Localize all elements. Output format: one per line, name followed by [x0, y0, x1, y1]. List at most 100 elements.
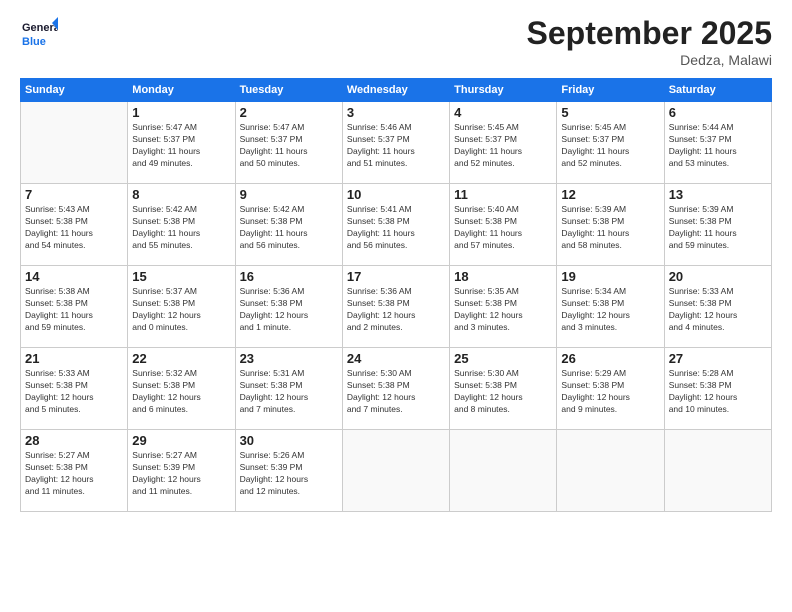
cell-content-20: Sunrise: 5:33 AM Sunset: 5:38 PM Dayligh…	[669, 286, 767, 334]
day-number-28: 28	[25, 433, 123, 448]
col-friday: Friday	[557, 79, 664, 102]
cell-5-5	[450, 430, 557, 512]
cell-1-7: 6 Sunrise: 5:44 AM Sunset: 5:37 PM Daylig…	[664, 102, 771, 184]
cell-content-12: Sunrise: 5:39 AM Sunset: 5:38 PM Dayligh…	[561, 204, 659, 252]
cell-1-2: 1 Sunrise: 5:47 AM Sunset: 5:37 PM Daylig…	[128, 102, 235, 184]
col-thursday: Thursday	[450, 79, 557, 102]
cell-3-5: 18Sunrise: 5:35 AM Sunset: 5:38 PM Dayli…	[450, 266, 557, 348]
cell-1-3: 2 Sunrise: 5:47 AM Sunset: 5:37 PM Daylig…	[235, 102, 342, 184]
page: General Blue September 2025 Dedza, Malaw…	[0, 0, 792, 612]
cell-content-8: Sunrise: 5:42 AM Sunset: 5:38 PM Dayligh…	[132, 204, 230, 252]
cell-content-18: Sunrise: 5:35 AM Sunset: 5:38 PM Dayligh…	[454, 286, 552, 334]
cell-content-22: Sunrise: 5:32 AM Sunset: 5:38 PM Dayligh…	[132, 368, 230, 416]
header: General Blue September 2025 Dedza, Malaw…	[20, 15, 772, 68]
day-number-2: 2	[240, 105, 338, 120]
cell-content-3: Sunrise: 5:46 AM Sunset: 5:37 PM Dayligh…	[347, 122, 445, 170]
day-number-7: 7	[25, 187, 123, 202]
cell-1-4: 3 Sunrise: 5:46 AM Sunset: 5:37 PM Daylig…	[342, 102, 449, 184]
cell-1-6: 5 Sunrise: 5:45 AM Sunset: 5:37 PM Daylig…	[557, 102, 664, 184]
cell-content-17: Sunrise: 5:36 AM Sunset: 5:38 PM Dayligh…	[347, 286, 445, 334]
day-number-21: 21	[25, 351, 123, 366]
week-row-3: 14Sunrise: 5:38 AM Sunset: 5:38 PM Dayli…	[21, 266, 772, 348]
col-tuesday: Tuesday	[235, 79, 342, 102]
cell-content-27: Sunrise: 5:28 AM Sunset: 5:38 PM Dayligh…	[669, 368, 767, 416]
cell-content-30: Sunrise: 5:26 AM Sunset: 5:39 PM Dayligh…	[240, 450, 338, 498]
cell-content-5: Sunrise: 5:45 AM Sunset: 5:37 PM Dayligh…	[561, 122, 659, 170]
cell-1-5: 4Sunrise: 5:45 AM Sunset: 5:37 PM Daylig…	[450, 102, 557, 184]
cell-content-26: Sunrise: 5:29 AM Sunset: 5:38 PM Dayligh…	[561, 368, 659, 416]
cell-content-21: Sunrise: 5:33 AM Sunset: 5:38 PM Dayligh…	[25, 368, 123, 416]
cell-content-7: Sunrise: 5:43 AM Sunset: 5:38 PM Dayligh…	[25, 204, 123, 252]
cell-content-15: Sunrise: 5:37 AM Sunset: 5:38 PM Dayligh…	[132, 286, 230, 334]
location-subtitle: Dedza, Malawi	[527, 52, 772, 68]
cell-5-1: 28 Sunrise: 5:27 AM Sunset: 5:38 PM Dayli…	[21, 430, 128, 512]
day-number-15: 15	[132, 269, 230, 284]
cell-2-4: 10Sunrise: 5:41 AM Sunset: 5:38 PM Dayli…	[342, 184, 449, 266]
day-number-8: 8	[132, 187, 230, 202]
cell-2-7: 13 Sunrise: 5:39 AM Sunset: 5:38 PM Dayli…	[664, 184, 771, 266]
cell-2-2: 8 Sunrise: 5:42 AM Sunset: 5:38 PM Daylig…	[128, 184, 235, 266]
cell-5-7	[664, 430, 771, 512]
cell-content-23: Sunrise: 5:31 AM Sunset: 5:38 PM Dayligh…	[240, 368, 338, 416]
cell-4-4: 24Sunrise: 5:30 AM Sunset: 5:38 PM Dayli…	[342, 348, 449, 430]
cell-5-4	[342, 430, 449, 512]
day-number-13: 13	[669, 187, 767, 202]
cell-content-6: Sunrise: 5:44 AM Sunset: 5:37 PM Dayligh…	[669, 122, 767, 170]
cell-3-2: 15 Sunrise: 5:37 AM Sunset: 5:38 PM Dayli…	[128, 266, 235, 348]
title-block: September 2025 Dedza, Malawi	[527, 15, 772, 68]
cell-content-29: Sunrise: 5:27 AM Sunset: 5:39 PM Dayligh…	[132, 450, 230, 498]
day-number-9: 9	[240, 187, 338, 202]
cell-content-9: Sunrise: 5:42 AM Sunset: 5:38 PM Dayligh…	[240, 204, 338, 252]
cell-2-6: 12 Sunrise: 5:39 AM Sunset: 5:38 PM Dayli…	[557, 184, 664, 266]
logo: General Blue	[20, 15, 58, 53]
cell-4-2: 22 Sunrise: 5:32 AM Sunset: 5:38 PM Dayli…	[128, 348, 235, 430]
calendar-header-row: Sunday Monday Tuesday Wednesday Thursday…	[21, 79, 772, 102]
week-row-1: 1 Sunrise: 5:47 AM Sunset: 5:37 PM Daylig…	[21, 102, 772, 184]
day-number-30: 30	[240, 433, 338, 448]
cell-3-7: 20 Sunrise: 5:33 AM Sunset: 5:38 PM Dayli…	[664, 266, 771, 348]
cell-3-3: 16 Sunrise: 5:36 AM Sunset: 5:38 PM Dayli…	[235, 266, 342, 348]
day-number-29: 29	[132, 433, 230, 448]
cell-content-25: Sunrise: 5:30 AM Sunset: 5:38 PM Dayligh…	[454, 368, 552, 416]
cell-content-13: Sunrise: 5:39 AM Sunset: 5:38 PM Dayligh…	[669, 204, 767, 252]
day-number-27: 27	[669, 351, 767, 366]
day-number-6: 6	[669, 105, 767, 120]
cell-3-6: 19Sunrise: 5:34 AM Sunset: 5:38 PM Dayli…	[557, 266, 664, 348]
cell-content-2: Sunrise: 5:47 AM Sunset: 5:37 PM Dayligh…	[240, 122, 338, 170]
calendar-table: Sunday Monday Tuesday Wednesday Thursday…	[20, 78, 772, 512]
day-number-22: 22	[132, 351, 230, 366]
week-row-5: 28 Sunrise: 5:27 AM Sunset: 5:38 PM Dayli…	[21, 430, 772, 512]
cell-4-7: 27 Sunrise: 5:28 AM Sunset: 5:38 PM Dayli…	[664, 348, 771, 430]
cell-4-3: 23 Sunrise: 5:31 AM Sunset: 5:38 PM Dayli…	[235, 348, 342, 430]
cell-content-16: Sunrise: 5:36 AM Sunset: 5:38 PM Dayligh…	[240, 286, 338, 334]
day-number-1: 1	[132, 105, 230, 120]
cell-2-1: 7 Sunrise: 5:43 AM Sunset: 5:38 PM Daylig…	[21, 184, 128, 266]
month-title: September 2025	[527, 15, 772, 52]
cell-content-28: Sunrise: 5:27 AM Sunset: 5:38 PM Dayligh…	[25, 450, 123, 498]
cell-content-14: Sunrise: 5:38 AM Sunset: 5:38 PM Dayligh…	[25, 286, 123, 334]
day-number-20: 20	[669, 269, 767, 284]
col-wednesday: Wednesday	[342, 79, 449, 102]
cell-4-1: 21 Sunrise: 5:33 AM Sunset: 5:38 PM Dayli…	[21, 348, 128, 430]
cell-content-19: Sunrise: 5:34 AM Sunset: 5:38 PM Dayligh…	[561, 286, 659, 334]
day-number-23: 23	[240, 351, 338, 366]
week-row-2: 7 Sunrise: 5:43 AM Sunset: 5:38 PM Daylig…	[21, 184, 772, 266]
cell-content-1: Sunrise: 5:47 AM Sunset: 5:37 PM Dayligh…	[132, 122, 230, 170]
day-number-12: 12	[561, 187, 659, 202]
cell-content-11: Sunrise: 5:40 AM Sunset: 5:38 PM Dayligh…	[454, 204, 552, 252]
svg-text:General: General	[22, 22, 58, 34]
day-number-5: 5	[561, 105, 659, 120]
week-row-4: 21 Sunrise: 5:33 AM Sunset: 5:38 PM Dayli…	[21, 348, 772, 430]
col-sunday: Sunday	[21, 79, 128, 102]
cell-1-1	[21, 102, 128, 184]
day-number-24: 24	[347, 351, 445, 366]
logo-svg: General Blue	[20, 15, 58, 53]
day-number-26: 26	[561, 351, 659, 366]
day-number-3: 3	[347, 105, 445, 120]
col-saturday: Saturday	[664, 79, 771, 102]
cell-4-5: 25Sunrise: 5:30 AM Sunset: 5:38 PM Dayli…	[450, 348, 557, 430]
cell-content-10: Sunrise: 5:41 AM Sunset: 5:38 PM Dayligh…	[347, 204, 445, 252]
day-number-16: 16	[240, 269, 338, 284]
cell-5-2: 29 Sunrise: 5:27 AM Sunset: 5:39 PM Dayli…	[128, 430, 235, 512]
cell-5-6	[557, 430, 664, 512]
